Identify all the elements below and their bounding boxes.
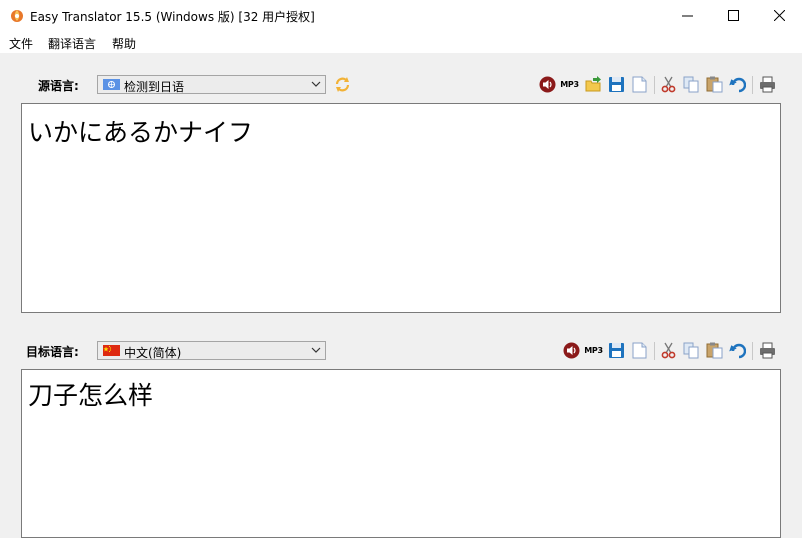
toolbar-separator xyxy=(654,76,655,94)
target-speak-button[interactable] xyxy=(562,341,581,360)
target-cut-button[interactable] xyxy=(659,341,678,360)
target-new-button[interactable] xyxy=(630,341,649,360)
window-title: Easy Translator 15.5 (Windows 版) [32 用户授… xyxy=(30,10,315,24)
minimize-icon xyxy=(681,15,693,17)
chevron-down-icon xyxy=(311,81,321,87)
source-text: いかにあるかナイフ xyxy=(28,118,254,147)
close-button[interactable] xyxy=(756,0,802,31)
speaker-icon xyxy=(539,76,556,93)
un-flag-icon xyxy=(103,79,120,90)
source-mp3-button[interactable]: MP3 xyxy=(560,75,579,94)
toolbar-separator xyxy=(752,76,753,94)
folder-open-icon xyxy=(585,76,601,92)
source-new-button[interactable] xyxy=(630,75,649,94)
mp3-label: MP3 xyxy=(584,346,603,355)
menu-help[interactable]: 帮助 xyxy=(112,35,136,52)
source-open-button[interactable] xyxy=(584,75,603,94)
target-mp3-button[interactable]: MP3 xyxy=(584,341,603,360)
speaker-icon xyxy=(563,342,580,359)
source-print-button[interactable] xyxy=(758,75,777,94)
target-text: 刀子怎么样 xyxy=(28,381,154,410)
target-text-area[interactable]: 刀子怎么样 xyxy=(21,369,781,538)
maximize-button[interactable] xyxy=(710,0,756,31)
toolbar-separator xyxy=(654,342,655,360)
new-document-icon xyxy=(632,342,647,359)
swap-languages-button[interactable] xyxy=(333,75,352,94)
target-save-button[interactable] xyxy=(607,341,626,360)
printer-icon xyxy=(760,342,775,359)
menu-file[interactable]: 文件 xyxy=(9,35,33,52)
printer-icon xyxy=(760,76,775,93)
source-save-button[interactable] xyxy=(607,75,626,94)
refresh-icon xyxy=(335,77,350,92)
title-bar: Easy Translator 15.5 (Windows 版) [32 用户授… xyxy=(0,0,802,31)
target-language-select[interactable]: 中文(简体) xyxy=(97,341,326,360)
paste-icon xyxy=(706,342,723,359)
undo-icon xyxy=(729,77,746,93)
target-print-button[interactable] xyxy=(758,341,777,360)
maximize-icon xyxy=(727,10,739,21)
source-undo-button[interactable] xyxy=(728,75,747,94)
copy-icon xyxy=(683,342,699,359)
source-language-value: 检测到日语 xyxy=(124,80,185,94)
source-language-label: 源语言: xyxy=(38,79,79,93)
undo-icon xyxy=(729,343,746,359)
mp3-label: MP3 xyxy=(560,80,579,89)
source-text-area[interactable]: いかにあるかナイフ xyxy=(21,103,781,313)
save-disk-icon xyxy=(609,77,624,92)
app-logo-icon xyxy=(11,10,23,22)
menu-bar: 文件 翻译语言 帮助 xyxy=(0,31,802,53)
target-paste-button[interactable] xyxy=(705,341,724,360)
scissors-icon xyxy=(661,76,676,93)
chevron-down-icon xyxy=(311,347,321,353)
target-copy-button[interactable] xyxy=(682,341,701,360)
paste-icon xyxy=(706,76,723,93)
target-language-value: 中文(简体) xyxy=(124,346,182,360)
save-disk-icon xyxy=(609,343,624,358)
close-icon xyxy=(773,10,785,21)
menu-translate-language[interactable]: 翻译语言 xyxy=(48,35,96,52)
new-document-icon xyxy=(632,76,647,93)
source-speak-button[interactable] xyxy=(538,75,557,94)
minimize-button[interactable] xyxy=(664,0,710,31)
china-flag-icon xyxy=(103,345,120,356)
target-undo-button[interactable] xyxy=(728,341,747,360)
source-paste-button[interactable] xyxy=(705,75,724,94)
source-cut-button[interactable] xyxy=(659,75,678,94)
target-language-label: 目标语言: xyxy=(26,345,79,359)
scissors-icon xyxy=(661,342,676,359)
source-copy-button[interactable] xyxy=(682,75,701,94)
toolbar-separator xyxy=(752,342,753,360)
source-language-select[interactable]: 检测到日语 xyxy=(97,75,326,94)
copy-icon xyxy=(683,76,699,93)
